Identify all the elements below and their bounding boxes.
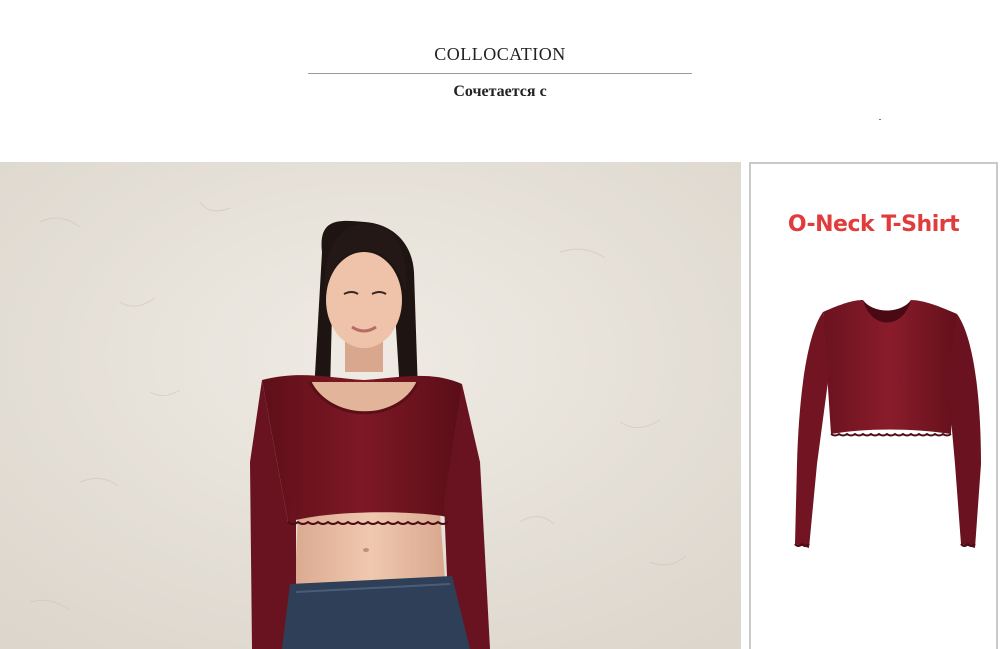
product-label: O-Neck T-Shirt (787, 212, 960, 237)
page-title: COLLOCATION (434, 44, 566, 64)
header-divider (308, 73, 692, 74)
decorative-dot (879, 119, 881, 120)
page-subtitle: Сочетается с (453, 83, 547, 100)
model-photo (0, 162, 741, 649)
model-photo-illustration (0, 162, 741, 649)
product-panel: O-Neck T-Shirt (749, 162, 998, 649)
